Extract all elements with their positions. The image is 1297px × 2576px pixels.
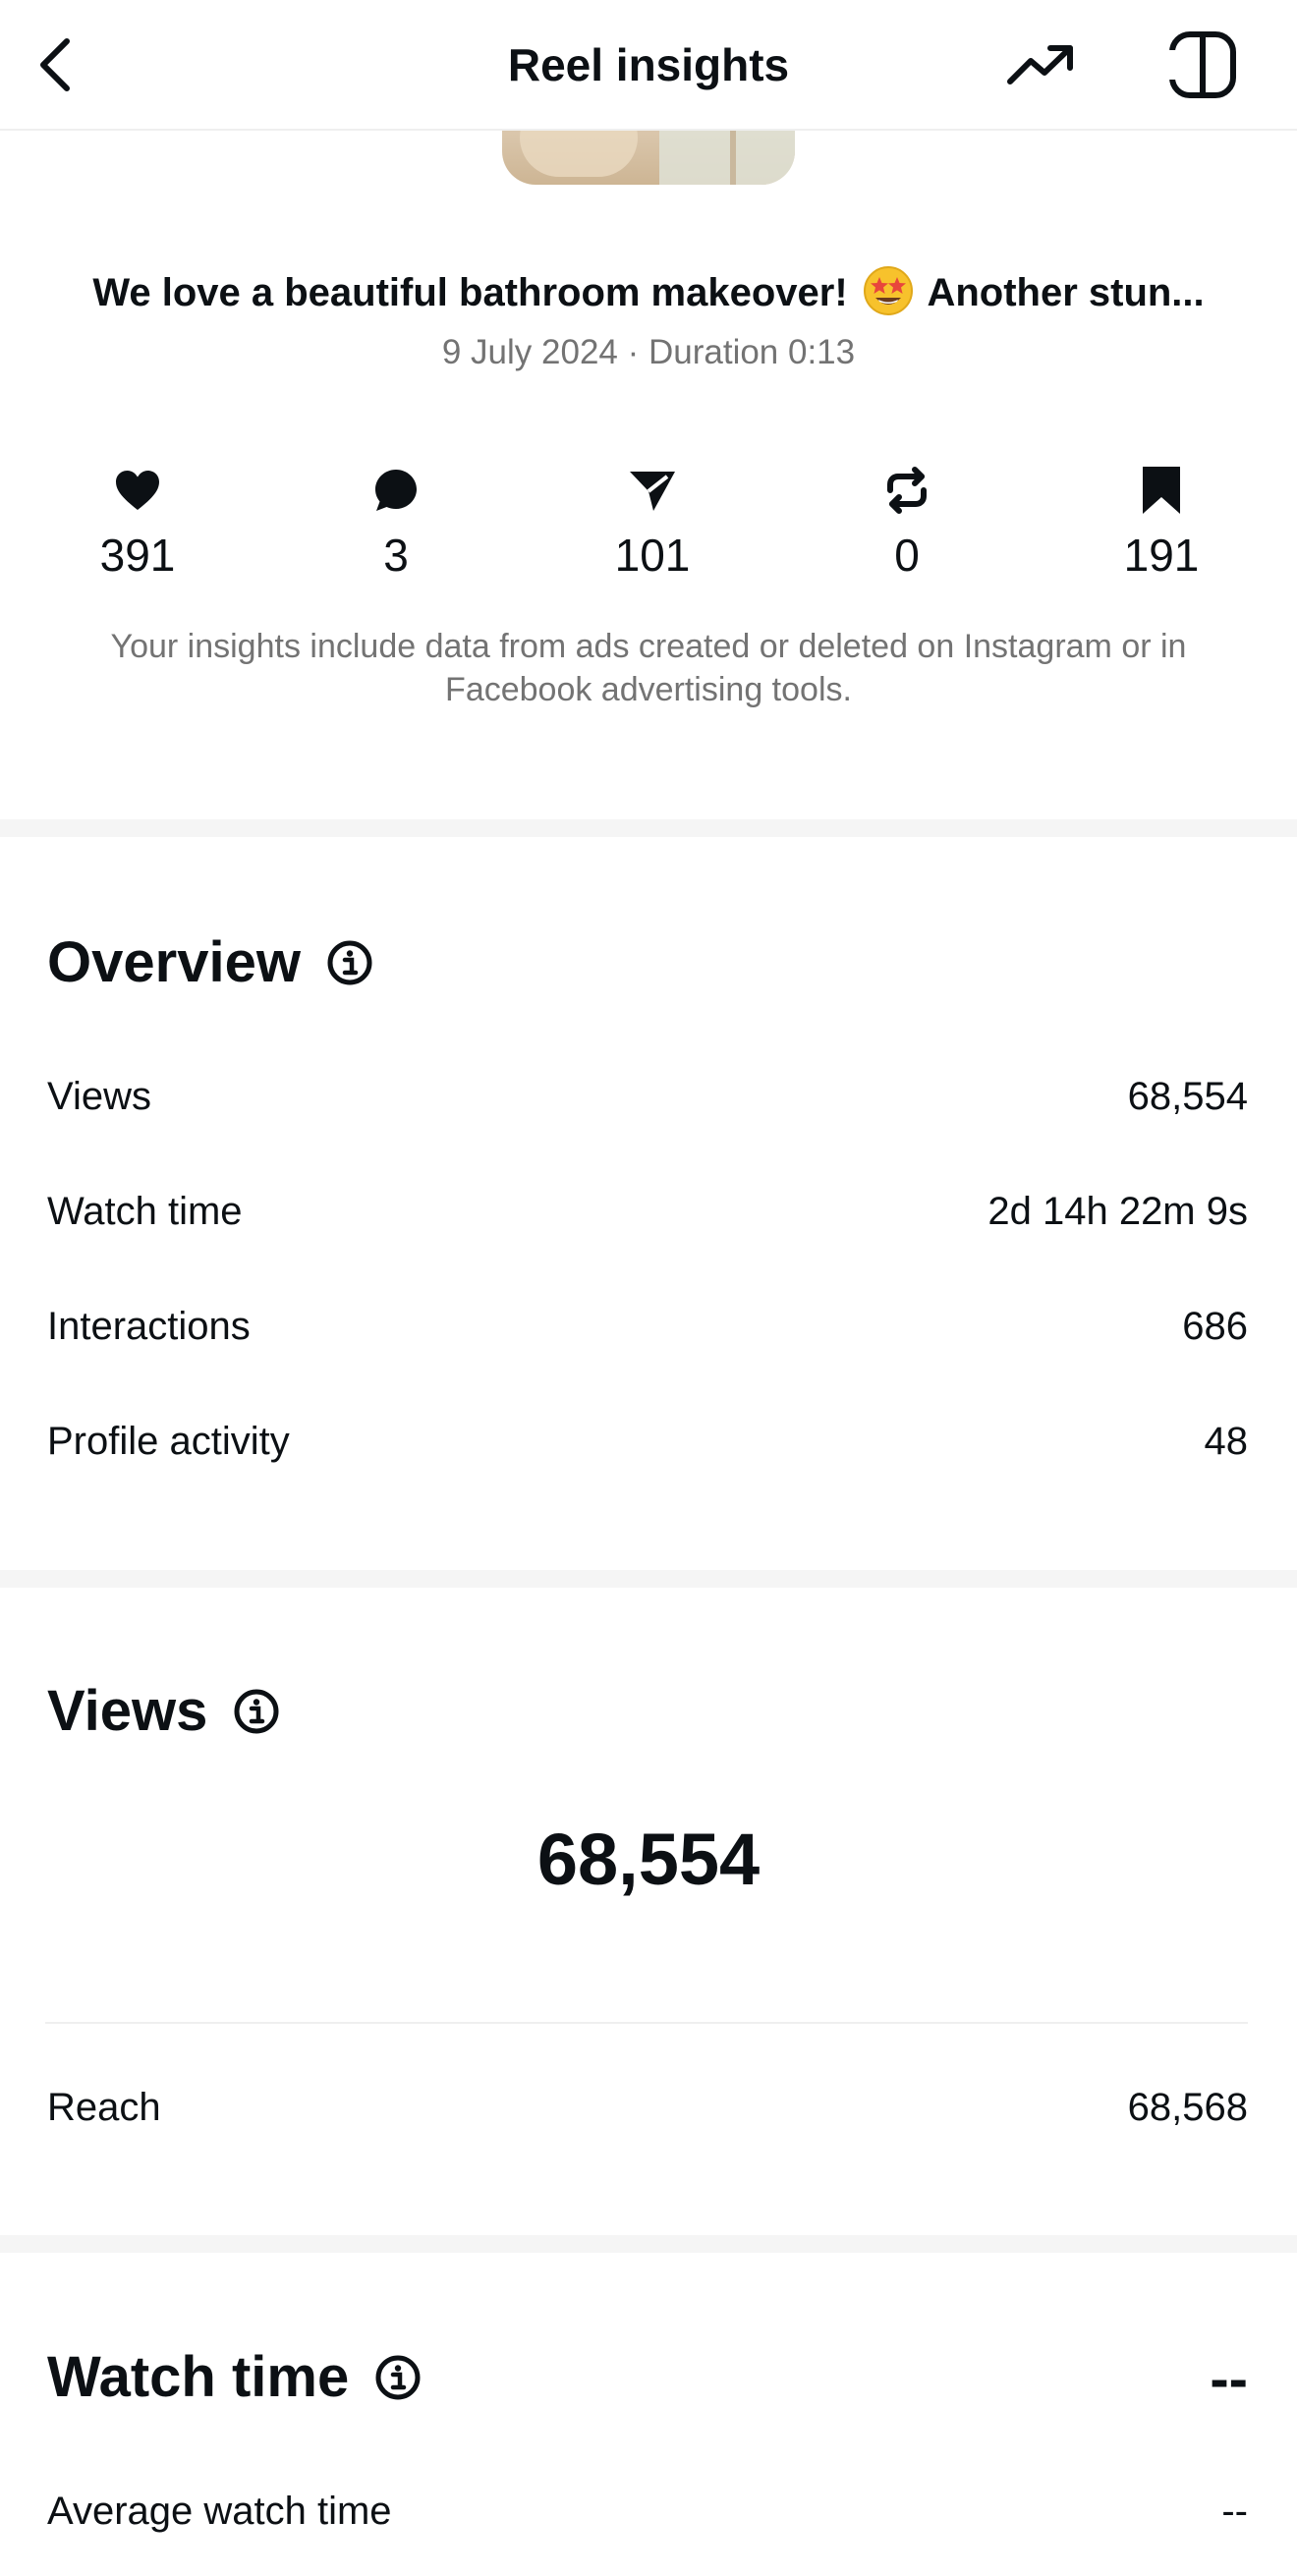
info-icon <box>327 940 372 985</box>
row-label: Average watch time <box>47 2490 392 2533</box>
caption-text-start: We love a beautiful bathroom makeover! <box>92 271 848 314</box>
row-value: 68,554 <box>1127 1075 1248 1118</box>
shares-count: 101 <box>614 530 691 581</box>
views-title: Views <box>47 1672 280 1751</box>
row-value: 68,568 <box>1127 2086 1248 2129</box>
saves-stat: 191 <box>1073 462 1250 589</box>
likes-stat: 391 <box>49 462 226 589</box>
trending-up-icon <box>1007 45 1073 84</box>
section-divider <box>0 2235 1297 2253</box>
row-value: -- <box>1221 2490 1248 2533</box>
watch-time-title-text: Watch time <box>47 2345 350 2409</box>
top-nav-bar: Reel insights <box>0 0 1297 131</box>
comments-count: 3 <box>383 530 409 581</box>
row-label: Watch time <box>47 1190 243 1233</box>
watch-time-row-average[interactable]: Average watch time -- <box>47 2484 1248 2539</box>
info-icon <box>375 2355 421 2400</box>
watch-time-value: -- <box>1210 2347 1248 2411</box>
saves-count: 191 <box>1123 530 1200 581</box>
insights-disclaimer: Your insights include data from ads crea… <box>110 628 1187 708</box>
likes-count: 391 <box>99 530 176 581</box>
caption-text-end: Another stun... <box>927 271 1205 314</box>
overview-title: Overview <box>47 924 373 1002</box>
split-view-icon <box>1168 31 1236 98</box>
overview-row-interactions[interactable]: Interactions 686 <box>47 1299 1248 1354</box>
section-divider <box>0 1570 1297 1588</box>
views-total: 68,554 <box>536 1819 761 1900</box>
views-info-button[interactable] <box>233 1688 280 1735</box>
overview-row-watch-time[interactable]: Watch time 2d 14h 22m 9s <box>47 1184 1248 1239</box>
reposts-count: 0 <box>894 530 920 581</box>
page-title: Reel insights <box>507 39 790 90</box>
trends-button[interactable] <box>1002 35 1081 94</box>
overview-row-profile-activity[interactable]: Profile activity 48 <box>47 1414 1248 1469</box>
comment-icon <box>375 470 417 511</box>
row-label: Profile activity <box>47 1420 290 1463</box>
watch-time-info-button[interactable] <box>374 2354 422 2401</box>
overview-row-views[interactable]: Views 68,554 <box>47 1069 1248 1124</box>
compare-view-button[interactable] <box>1165 29 1240 100</box>
reel-caption: We love a beautiful bathroom makeover! A… <box>0 261 1297 324</box>
row-value: 686 <box>1182 1305 1248 1348</box>
views-row-reach[interactable]: Reach 68,568 <box>47 2080 1248 2135</box>
reel-date-duration: 9 July 2024 · Duration 0:13 <box>441 333 856 371</box>
row-label: Views <box>47 1075 151 1118</box>
heart-icon <box>116 471 159 510</box>
reposts-stat: 0 <box>818 462 995 589</box>
star-struck-emoji-icon <box>863 265 914 316</box>
overview-info-button[interactable] <box>326 939 373 986</box>
repost-icon <box>887 467 927 514</box>
views-title-text: Views <box>47 1679 208 1743</box>
row-value: 48 <box>1204 1420 1249 1463</box>
info-icon <box>234 1689 279 1734</box>
comments-stat: 3 <box>308 462 484 589</box>
share-icon <box>630 472 675 511</box>
shares-stat: 101 <box>564 462 741 589</box>
row-value: 2d 14h 22m 9s <box>987 1190 1248 1233</box>
row-label: Interactions <box>47 1305 251 1348</box>
section-divider <box>0 819 1297 837</box>
overview-title-text: Overview <box>47 930 301 994</box>
bookmark-icon <box>1143 467 1180 514</box>
row-label: Reach <box>47 2086 161 2129</box>
views-separator <box>45 2022 1248 2024</box>
watch-time-title: Watch time <box>47 2338 422 2417</box>
